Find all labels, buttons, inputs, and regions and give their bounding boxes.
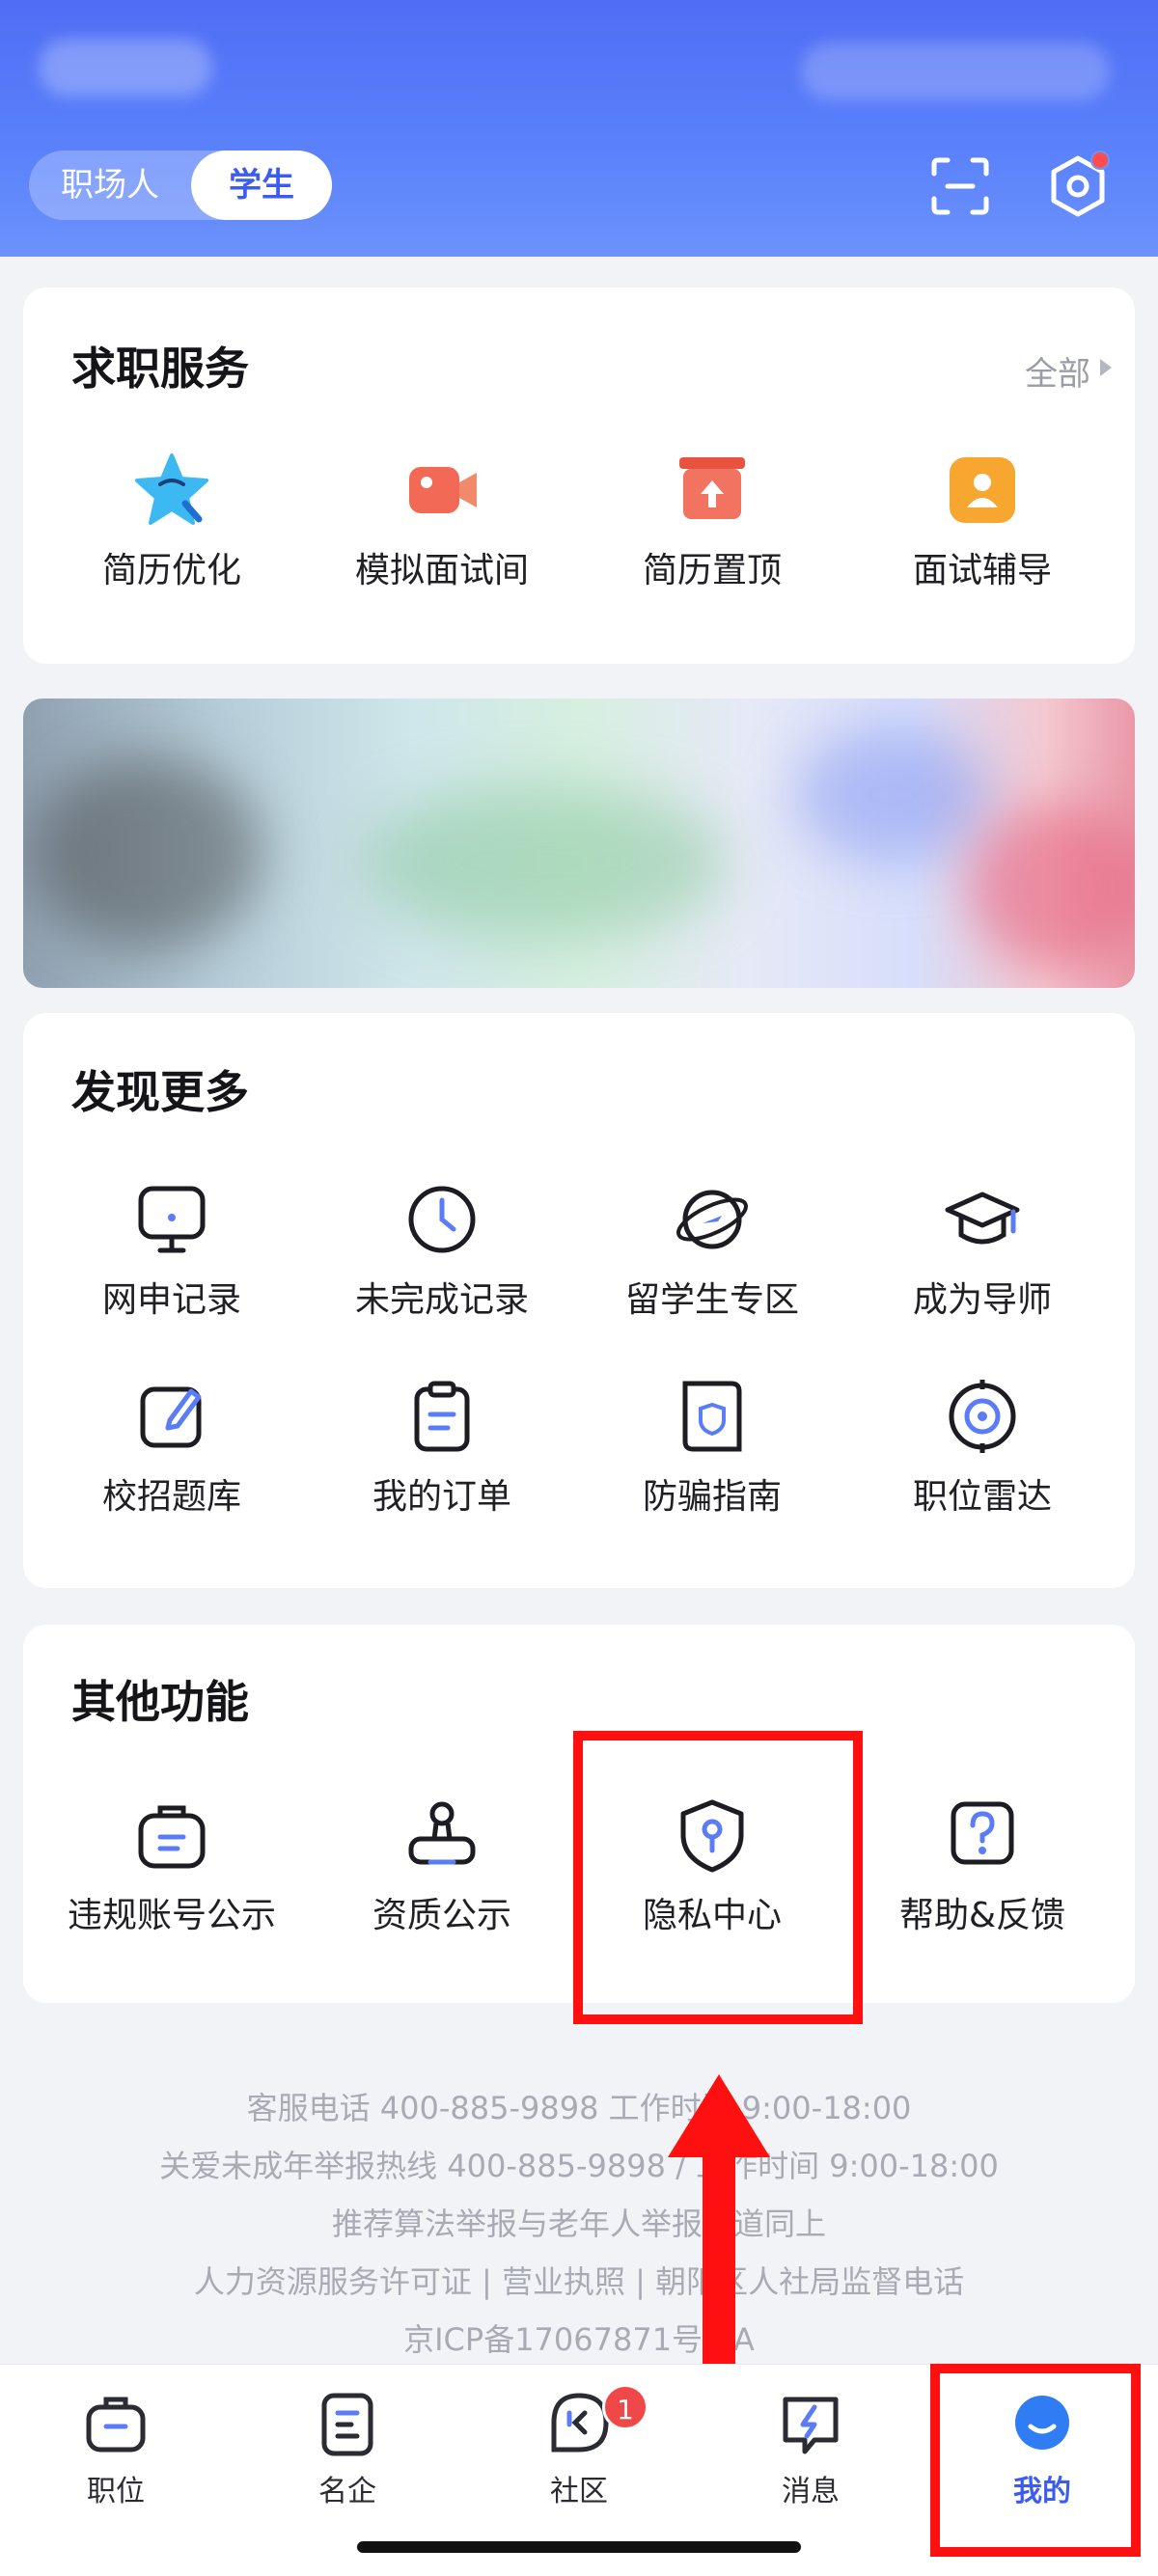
radar-target-icon xyxy=(949,1380,1016,1453)
tab-label: 社区 xyxy=(550,2475,608,2508)
discover-label: 网申记录 xyxy=(101,1280,241,1320)
view-all-link[interactable]: 全部 xyxy=(1025,347,1090,395)
other-help-feedback[interactable]: 帮助&反馈 xyxy=(847,1795,1117,1937)
discover-anti-fraud-guide[interactable]: 防骗指南 xyxy=(577,1376,847,1519)
discover-label: 校招题库 xyxy=(101,1477,241,1517)
monitor-icon xyxy=(138,1186,206,1253)
discover-become-mentor[interactable]: 成为导师 xyxy=(847,1179,1117,1322)
globe-plane-icon xyxy=(676,1190,748,1249)
tab-label: 消息 xyxy=(782,2475,840,2508)
discover-label: 防骗指南 xyxy=(642,1477,782,1517)
discover-incomplete-records[interactable]: 未完成记录 xyxy=(307,1179,577,1322)
blurred-account-info xyxy=(801,42,1110,100)
service-label: 面试辅导 xyxy=(912,551,1052,590)
other-qualification[interactable]: 资质公示 xyxy=(307,1795,577,1937)
job-services-title: 求职服务 xyxy=(71,343,249,395)
edit-pencil-icon xyxy=(140,1386,202,1448)
discover-title: 发现更多 xyxy=(71,1066,249,1118)
service-label: 简历优化 xyxy=(101,551,241,590)
promo-banner[interactable] xyxy=(23,699,1135,988)
service-label: 模拟面试间 xyxy=(354,551,529,590)
discover-label: 成为导师 xyxy=(912,1280,1052,1320)
video-camera-icon xyxy=(409,467,477,513)
discover-campus-questions[interactable]: 校招题库 xyxy=(37,1376,307,1519)
home-indicator xyxy=(357,2541,801,2553)
profile-header: 职场人 学生 xyxy=(0,0,1158,257)
other-violation-accounts[interactable]: 违规账号公示 xyxy=(37,1795,307,1937)
annotation-box-privacy xyxy=(573,1731,863,2024)
scan-icon[interactable] xyxy=(926,152,994,220)
segment-student[interactable]: 学生 xyxy=(191,151,332,220)
annotation-box-profile xyxy=(930,2364,1141,2557)
other-label: 违规账号公示 xyxy=(67,1896,276,1935)
discover-my-orders[interactable]: 我的订单 xyxy=(307,1376,577,1519)
segment-professional[interactable]: 职场人 xyxy=(29,151,191,220)
tab-messages[interactable]: 消息 xyxy=(695,2390,926,2509)
help-question-icon xyxy=(951,1801,1014,1865)
community-badge: 1 xyxy=(602,2384,648,2430)
minor-report-hotline: 关爱未成年举报热线 400-885-9898 / 工作时间 9:00-18:00 xyxy=(159,2148,999,2184)
graduation-cap-icon xyxy=(945,1192,1020,1245)
algorithm-report-note: 推荐算法举报与老年人举报渠道同上 xyxy=(331,2206,826,2242)
discover-label: 留学生专区 xyxy=(624,1280,799,1320)
discover-online-applications[interactable]: 网申记录 xyxy=(37,1179,307,1322)
chevron-right-icon[interactable] xyxy=(1100,359,1112,376)
annotation-arrow-icon xyxy=(668,2074,770,2364)
discover-label: 我的订单 xyxy=(372,1477,511,1517)
message-bolt-icon xyxy=(783,2397,839,2454)
tab-companies[interactable]: 名企 xyxy=(232,2390,463,2509)
star-resume-icon xyxy=(135,453,208,525)
coach-icon xyxy=(950,457,1015,523)
clock-icon xyxy=(408,1186,476,1253)
tab-label: 名企 xyxy=(318,2475,376,2508)
icp-record: 京ICP备17067871号-1A xyxy=(403,2321,755,2358)
briefcase-icon xyxy=(86,2397,146,2453)
company-icon xyxy=(321,2393,373,2456)
service-resume-top[interactable]: 简历置顶 xyxy=(577,450,847,592)
discover-job-radar[interactable]: 职位雷达 xyxy=(847,1376,1117,1519)
identity-switch[interactable]: 职场人 学生 xyxy=(29,151,332,220)
other-functions-title: 其他功能 xyxy=(71,1676,249,1728)
pin-top-icon xyxy=(679,457,745,519)
tab-jobs[interactable]: 职位 xyxy=(0,2390,232,2509)
bag-notice-icon xyxy=(138,1805,206,1869)
discover-overseas-students[interactable]: 留学生专区 xyxy=(577,1179,847,1322)
tab-label: 职位 xyxy=(87,2475,145,2508)
other-label: 资质公示 xyxy=(372,1896,511,1935)
service-hotline: 客服电话 400-885-9898 工作时间 9:00-18:00 xyxy=(246,2090,912,2126)
discover-label: 职位雷达 xyxy=(912,1477,1052,1517)
service-resume-optimize[interactable]: 简历优化 xyxy=(37,450,307,592)
service-mock-interview[interactable]: 模拟面试间 xyxy=(307,450,577,592)
clipboard-icon xyxy=(414,1381,470,1452)
discover-label: 未完成记录 xyxy=(354,1280,529,1320)
shield-book-icon xyxy=(682,1381,742,1452)
service-label: 简历置顶 xyxy=(642,551,782,590)
blurred-username xyxy=(39,39,212,96)
license-links[interactable]: 人力资源服务许可证 | 营业执照 | 朝阳区人社局监督电话 xyxy=(0,2258,1158,2302)
stamp-icon xyxy=(408,1801,476,1865)
other-label: 帮助&反馈 xyxy=(898,1896,1066,1935)
notification-dot xyxy=(1090,151,1110,170)
service-interview-coach[interactable]: 面试辅导 xyxy=(847,450,1117,592)
tab-community[interactable]: 1 社区 xyxy=(463,2384,695,2509)
